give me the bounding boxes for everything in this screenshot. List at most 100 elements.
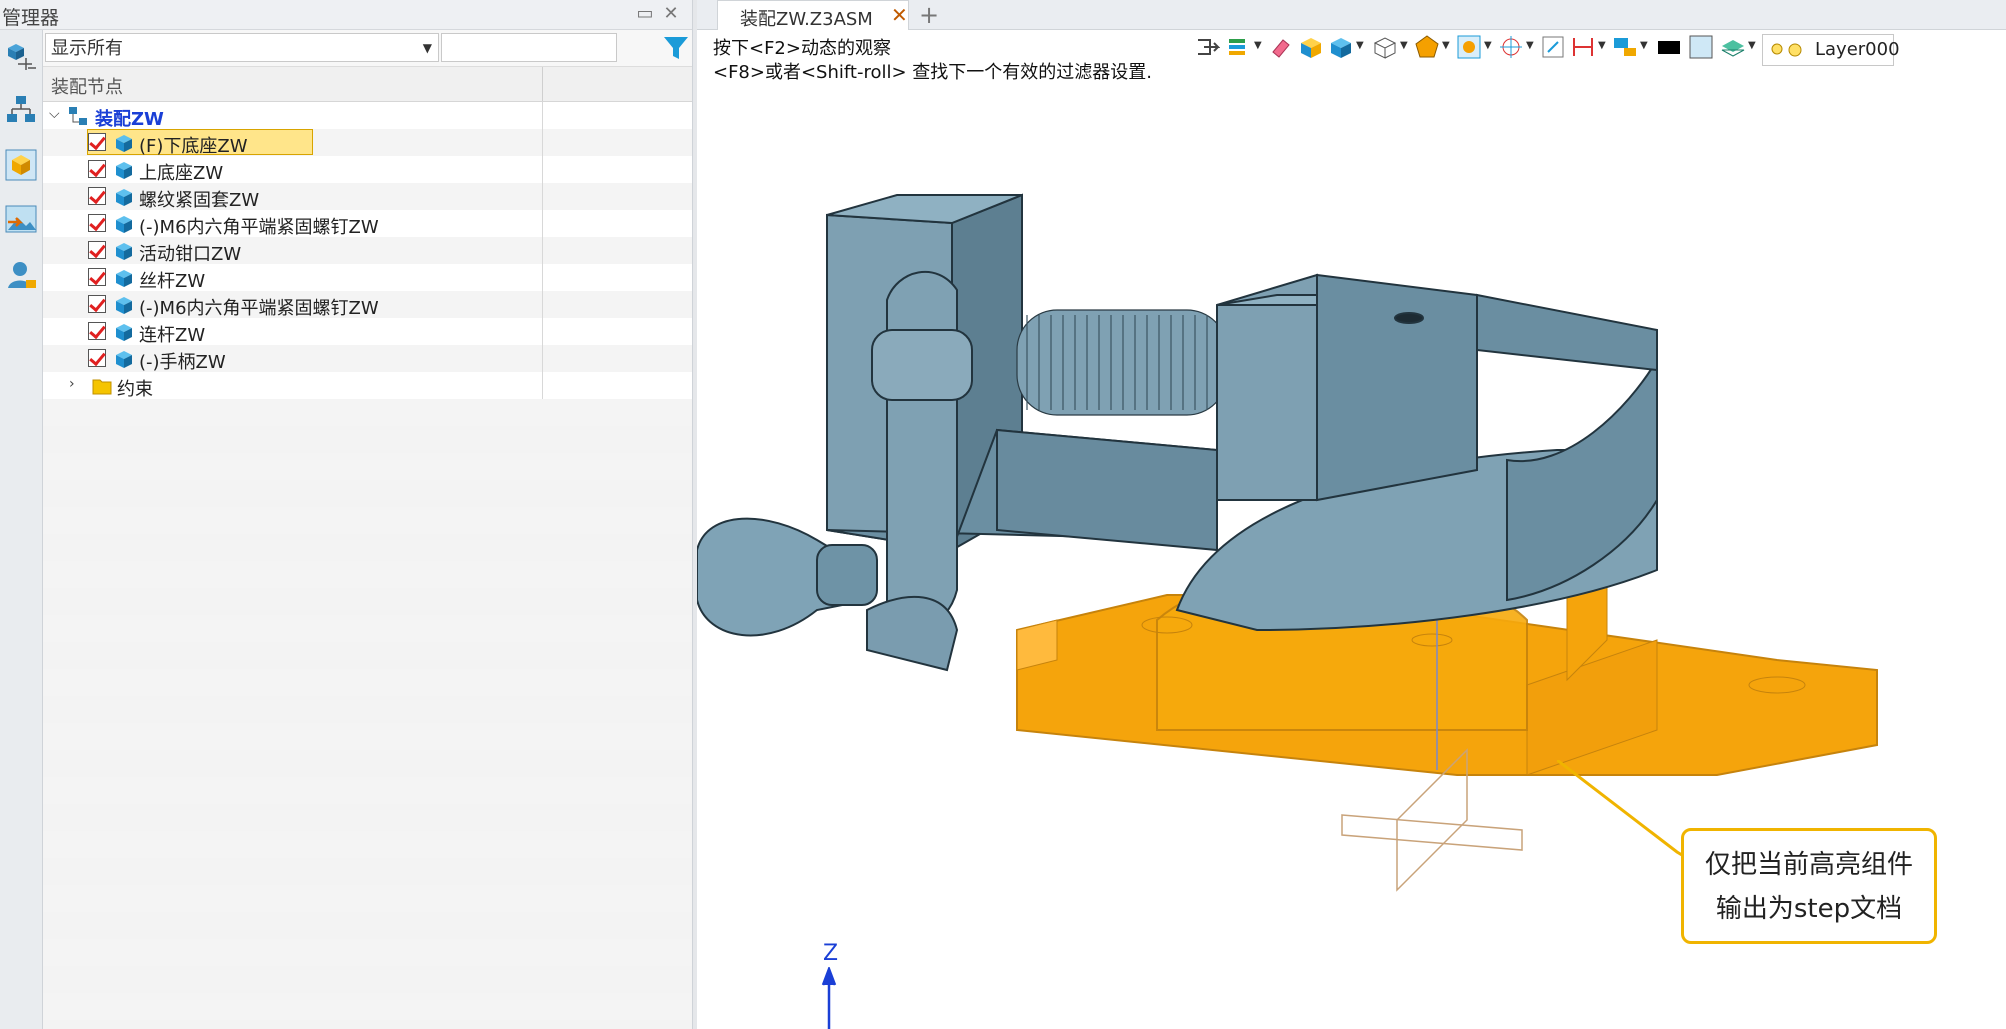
chevron-down-icon[interactable]: ▼	[1442, 40, 1450, 51]
tree-item-label: 活动钳口ZW	[139, 244, 242, 265]
visibility-checkbox[interactable]	[88, 160, 106, 178]
empty-row	[43, 561, 692, 588]
part-icon	[116, 324, 132, 341]
visibility-checkbox[interactable]	[88, 322, 106, 340]
tab-assembly-document[interactable]: 装配ZW.Z3ASM ✕	[717, 0, 909, 30]
empty-row	[43, 777, 692, 804]
visibility-checkbox[interactable]	[88, 187, 106, 205]
column-divider	[542, 264, 543, 291]
document-tab-bar: 装配ZW.Z3ASM ✕ +	[697, 0, 2006, 30]
hint-line-1: 按下<F2>动态的观察	[713, 38, 891, 59]
tree-item-label: (-)M6内六角平端紧固螺钉ZW	[139, 298, 379, 319]
tree-item-label: (-)M6内六角平端紧固螺钉ZW	[139, 217, 379, 238]
layer-filter-icon[interactable]	[1226, 34, 1252, 60]
visibility-checkbox[interactable]	[88, 349, 106, 367]
measure-icon[interactable]	[1570, 34, 1596, 60]
column-divider	[542, 291, 543, 318]
assembly-icon[interactable]	[4, 38, 38, 72]
folder-icon	[92, 379, 112, 395]
axis-z-arrow	[821, 967, 837, 1029]
tree-row[interactable]: 上底座ZW	[43, 156, 692, 184]
close-icon[interactable]: ✕	[891, 3, 908, 27]
chevron-down-icon[interactable]: ⌵	[49, 106, 60, 122]
empty-row	[43, 399, 692, 426]
empty-row	[43, 993, 692, 1020]
layer-stack-icon[interactable]	[1720, 34, 1746, 60]
pick-point-icon[interactable]	[1498, 34, 1524, 60]
add-tab-button[interactable]: +	[919, 1, 939, 29]
part-box-icon[interactable]	[4, 148, 38, 182]
exit-icon[interactable]	[1194, 34, 1220, 60]
image-import-icon[interactable]	[4, 202, 38, 236]
visibility-checkbox[interactable]	[88, 295, 106, 313]
empty-row	[43, 939, 692, 966]
appearance-icon[interactable]	[1456, 34, 1482, 60]
tree-row[interactable]: 螺纹紧固套ZW	[43, 183, 692, 211]
chevron-down-icon[interactable]: ▼	[1526, 40, 1534, 51]
color-black-icon[interactable]	[1656, 34, 1682, 60]
layer-name: Layer000	[1815, 39, 1900, 60]
empty-row	[43, 831, 692, 858]
column-divider	[542, 156, 543, 183]
close-icon[interactable]: ✕	[660, 3, 682, 25]
manager-panel: 管理器 ▭ ✕ 显示所有 ▼ 装配节点 ⌵ 装配ZW (F)下底座ZW 上底座Z…	[0, 0, 724, 1029]
column-divider	[542, 318, 543, 345]
filter-icon[interactable]	[661, 33, 691, 63]
display-settings-icon[interactable]	[1612, 34, 1638, 60]
tree-row[interactable]: (-)手柄ZW	[43, 345, 692, 373]
column-divider	[542, 67, 543, 101]
filter-search-input[interactable]	[441, 33, 617, 62]
eraser-icon[interactable]	[1268, 34, 1294, 60]
zoom-fit-icon[interactable]	[1540, 34, 1566, 60]
tree-icon[interactable]	[4, 92, 38, 126]
tree-row[interactable]: 连杆ZW	[43, 318, 692, 346]
tree-row[interactable]: 活动钳口ZW	[43, 237, 692, 265]
tree-item-label: 螺纹紧固套ZW	[139, 190, 260, 211]
render-mode-icon[interactable]	[1414, 34, 1440, 60]
manager-title: 管理器	[2, 7, 60, 29]
empty-row	[43, 723, 692, 750]
user-icon[interactable]	[4, 258, 38, 292]
color-lightblue-icon[interactable]	[1688, 34, 1714, 60]
restore-icon[interactable]: ▭	[634, 3, 656, 25]
callout-line-1: 仅把当前高亮组件	[1704, 850, 1913, 880]
tree-item-label: (-)手柄ZW	[139, 352, 226, 373]
wireframe-box-icon[interactable]	[1372, 34, 1398, 60]
visibility-checkbox[interactable]	[88, 133, 106, 151]
3d-viewport[interactable]: 按下<F2>动态的观察 <F8>或者<Shift-roll> 查找下一个有效的过…	[697, 30, 2006, 1029]
visibility-checkbox[interactable]	[88, 214, 106, 232]
tree-row[interactable]: (-)M6内六角平端紧固螺钉ZW	[43, 291, 692, 319]
chevron-down-icon[interactable]: ▼	[1356, 40, 1364, 51]
visibility-checkbox[interactable]	[88, 268, 106, 286]
tree-item-label: 连杆ZW	[139, 325, 206, 346]
empty-row	[43, 453, 692, 480]
tree-row[interactable]: (-)M6内六角平端紧固螺钉ZW	[43, 210, 692, 238]
chevron-down-icon[interactable]: ▼	[1748, 40, 1756, 51]
shaded-box-icon[interactable]	[1298, 34, 1324, 60]
layer-selector[interactable]: Layer000	[1762, 34, 1900, 66]
chevron-down-icon[interactable]: ▼	[1484, 40, 1492, 51]
chevron-down-icon[interactable]: ▼	[1254, 40, 1262, 51]
tree-row-root[interactable]: ⌵ 装配ZW	[43, 102, 692, 130]
chevron-down-icon[interactable]: ▼	[1640, 40, 1648, 51]
chevron-down-icon[interactable]: ▼	[1400, 40, 1408, 51]
visibility-checkbox[interactable]	[88, 241, 106, 259]
column-divider	[542, 102, 543, 129]
root-assembly-label: 装配ZW	[95, 109, 164, 130]
chevron-down-icon[interactable]: ▼	[1598, 40, 1606, 51]
display-filter-select[interactable]: 显示所有 ▼	[45, 33, 439, 62]
tree-row[interactable]: (F)下底座ZW	[43, 129, 692, 157]
tree-row-constraints[interactable]: › 约束	[43, 372, 692, 400]
assembly-tree: ⌵ 装配ZW (F)下底座ZW 上底座ZW 螺纹紧固套ZW (-)M6内六角平端…	[43, 102, 692, 1029]
callout-line-2: 输出为step文档	[1715, 894, 1903, 924]
tree-row[interactable]: 丝杆ZW	[43, 264, 692, 292]
chevron-down-icon: ▼	[422, 41, 432, 55]
part-icon	[116, 351, 132, 368]
solid-view-icon[interactable]	[1328, 34, 1354, 60]
part-icon	[116, 135, 132, 152]
column-divider	[542, 183, 543, 210]
chevron-right-icon[interactable]: ›	[69, 376, 75, 392]
annotation-callout: 仅把当前高亮组件 输出为step文档	[1681, 828, 1937, 944]
tree-header: 装配节点	[43, 67, 692, 102]
filter-row: 显示所有 ▼	[43, 30, 724, 67]
